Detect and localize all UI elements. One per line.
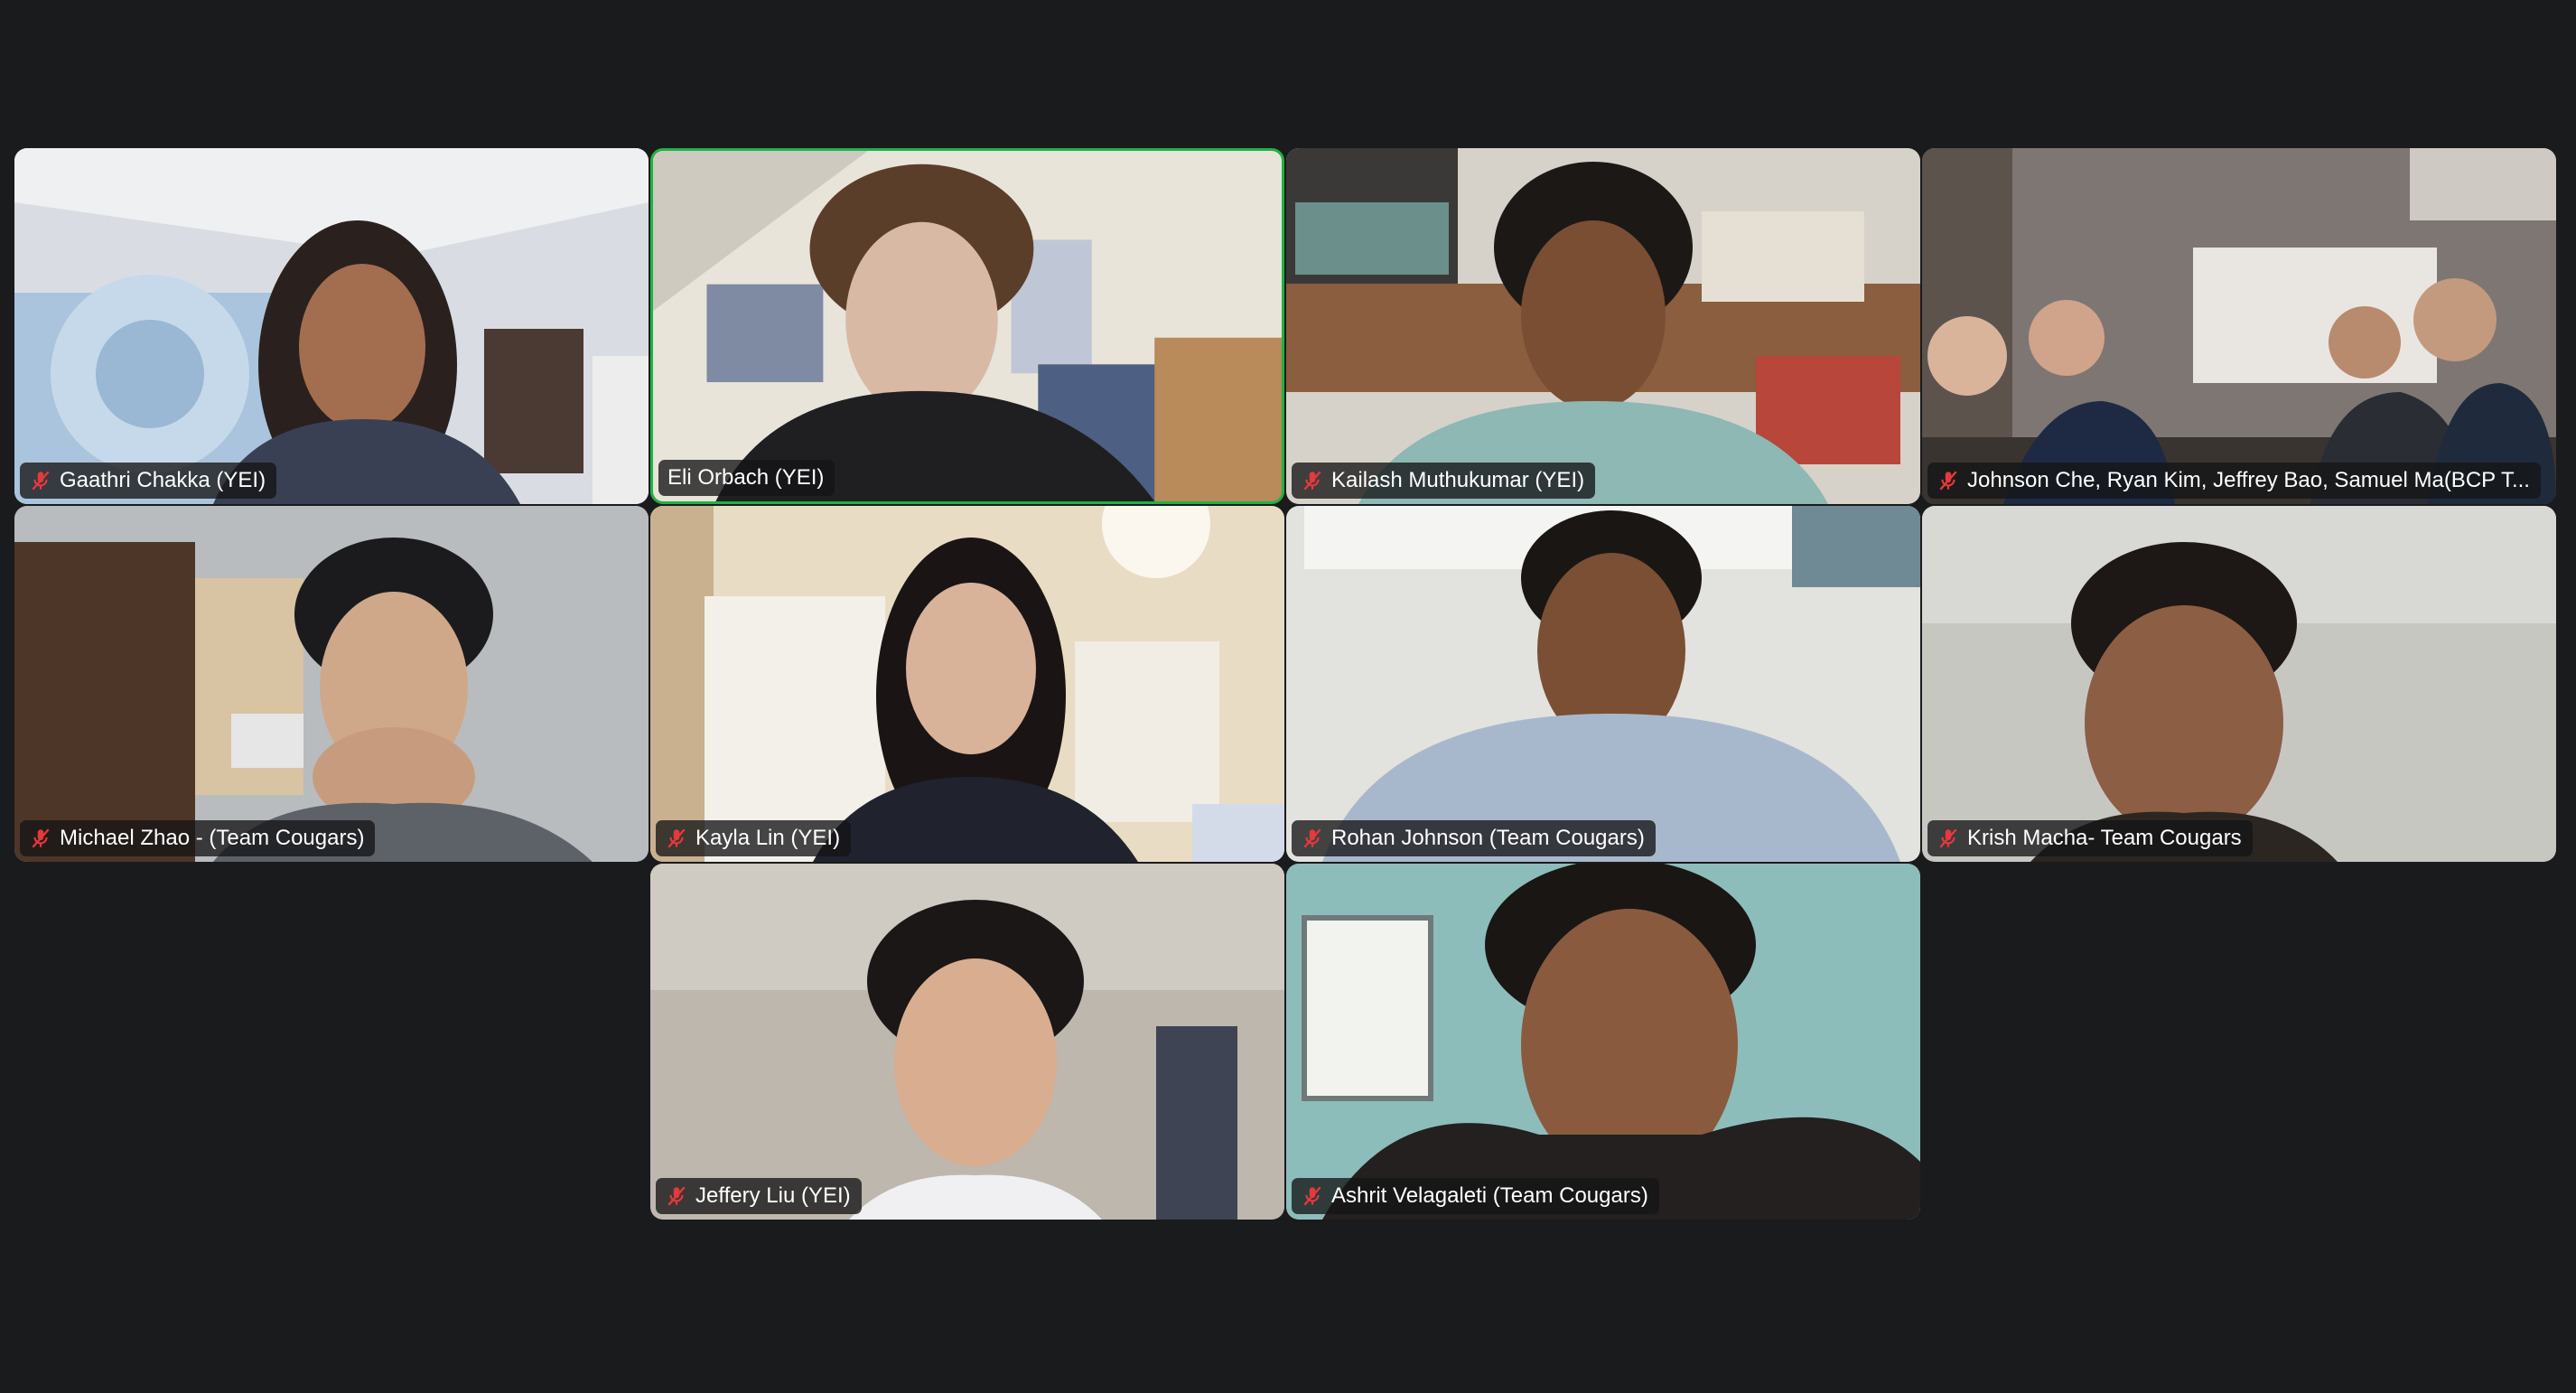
- participant-nameplate: Johnson Che, Ryan Kim, Jeffrey Bao, Samu…: [1927, 463, 2541, 499]
- participant-tile-krish-macha[interactable]: Krish Macha- Team Cougars: [1922, 506, 2556, 862]
- participant-tile-ashrit-velagaleti[interactable]: Ashrit Velagaleti (Team Cougars): [1286, 864, 1920, 1220]
- participant-tile-rohan-johnson[interactable]: Rohan Johnson (Team Cougars): [1286, 506, 1920, 862]
- participant-name: Kayla Lin (YEI): [695, 826, 841, 850]
- participant-video: [14, 506, 649, 862]
- muted-microphone-icon: [32, 471, 50, 491]
- participant-tile-jeffery-liu[interactable]: Jeffery Liu (YEI): [650, 864, 1284, 1220]
- participant-name: Rohan Johnson (Team Cougars): [1331, 826, 1645, 850]
- participant-tile-group-bcp[interactable]: Johnson Che, Ryan Kim, Jeffrey Bao, Samu…: [1922, 148, 2556, 504]
- participant-name: Eli Orbach (YEI): [667, 465, 825, 490]
- participant-nameplate: Kayla Lin (YEI): [656, 820, 852, 856]
- participant-nameplate: Ashrit Velagaleti (Team Cougars): [1292, 1178, 1659, 1214]
- muted-microphone-icon: [667, 1186, 686, 1206]
- participant-name: Kailash Muthukumar (YEI): [1331, 468, 1585, 492]
- participant-name: Michael Zhao - (Team Cougars): [60, 826, 365, 850]
- participant-nameplate: Michael Zhao - (Team Cougars): [20, 820, 376, 856]
- participant-video: [1922, 148, 2556, 504]
- participant-tile-gaathri-chakka[interactable]: Gaathri Chakka (YEI): [14, 148, 649, 504]
- participant-nameplate: Gaathri Chakka (YEI): [20, 463, 277, 499]
- participant-tile-kayla-lin[interactable]: Kayla Lin (YEI): [650, 506, 1284, 862]
- participant-name: Johnson Che, Ryan Kim, Jeffrey Bao, Samu…: [1967, 468, 2530, 492]
- participant-nameplate: Krish Macha- Team Cougars: [1927, 820, 2253, 856]
- participant-video: [653, 151, 1282, 501]
- participant-tile-eli-orbach[interactable]: Eli Orbach (YEI): [650, 148, 1284, 504]
- participant-name: Ashrit Velagaleti (Team Cougars): [1331, 1183, 1648, 1208]
- participant-tile-kailash-muthukumar[interactable]: Kailash Muthukumar (YEI): [1286, 148, 1920, 504]
- muted-microphone-icon: [1303, 471, 1321, 491]
- participant-name: Gaathri Chakka (YEI): [60, 468, 266, 492]
- muted-microphone-icon: [32, 828, 50, 848]
- participant-video: [1922, 506, 2556, 862]
- video-gallery: Gaathri Chakka (YEI) Eli Orbach (YEI) Ka…: [0, 0, 2576, 1393]
- muted-microphone-icon: [1939, 471, 1957, 491]
- muted-microphone-icon: [1303, 828, 1321, 848]
- participant-video: [14, 148, 649, 504]
- participant-video: [1286, 148, 1920, 504]
- participant-video: [1286, 864, 1920, 1220]
- participant-video: [650, 506, 1284, 862]
- participant-name: Jeffery Liu (YEI): [695, 1183, 851, 1208]
- muted-microphone-icon: [1303, 1186, 1321, 1206]
- muted-microphone-icon: [667, 828, 686, 848]
- participant-nameplate: Kailash Muthukumar (YEI): [1292, 463, 1596, 499]
- muted-microphone-icon: [1939, 828, 1957, 848]
- participant-nameplate: Jeffery Liu (YEI): [656, 1178, 862, 1214]
- participant-nameplate: Rohan Johnson (Team Cougars): [1292, 820, 1656, 856]
- participant-nameplate: Eli Orbach (YEI): [658, 460, 835, 496]
- participant-name: Krish Macha- Team Cougars: [1967, 826, 2242, 850]
- participant-video: [1286, 506, 1920, 862]
- participant-video: [650, 864, 1284, 1220]
- participant-tile-michael-zhao[interactable]: Michael Zhao - (Team Cougars): [14, 506, 649, 862]
